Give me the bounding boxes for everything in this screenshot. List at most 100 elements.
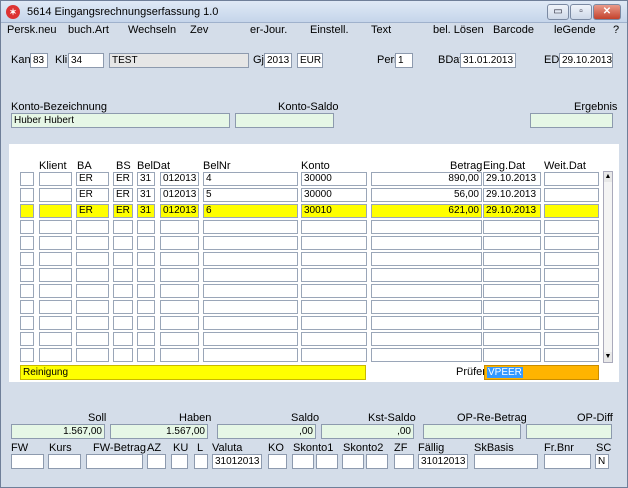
cell-beldat[interactable] bbox=[160, 220, 199, 234]
fw-field[interactable] bbox=[11, 454, 44, 469]
cell-ba[interactable]: ER bbox=[76, 172, 109, 186]
cell-eingdat[interactable] bbox=[483, 316, 541, 330]
cell-beldat[interactable] bbox=[160, 252, 199, 266]
row-marker[interactable] bbox=[20, 316, 34, 330]
cell-beldat[interactable]: 012013 bbox=[160, 204, 199, 218]
cell-belnr[interactable]: 4 bbox=[203, 172, 298, 186]
cell-weitdat[interactable] bbox=[544, 332, 599, 346]
cell-beldat[interactable] bbox=[160, 316, 199, 330]
row-marker[interactable] bbox=[20, 300, 34, 314]
cell-konto[interactable] bbox=[301, 316, 367, 330]
cell-eingdat[interactable] bbox=[483, 332, 541, 346]
cell-klient[interactable] bbox=[39, 204, 72, 218]
konto-bez-field[interactable]: Huber Hubert bbox=[11, 113, 230, 128]
cell-weitdat[interactable] bbox=[544, 348, 599, 362]
cell-klient[interactable] bbox=[39, 252, 72, 266]
cell-bs[interactable] bbox=[113, 316, 133, 330]
cell-betrag[interactable] bbox=[371, 220, 482, 234]
cell-bs[interactable] bbox=[113, 268, 133, 282]
cell-konto[interactable] bbox=[301, 332, 367, 346]
pruefer-field[interactable]: VPEER bbox=[484, 365, 599, 380]
cell-weitdat[interactable] bbox=[544, 284, 599, 298]
cell-konto[interactable] bbox=[301, 268, 367, 282]
cell-belnr[interactable] bbox=[203, 252, 298, 266]
cell-eingdat[interactable] bbox=[483, 284, 541, 298]
menu-wechseln[interactable]: Wechseln bbox=[128, 24, 176, 36]
cell-betrag[interactable]: 56,00 bbox=[371, 188, 482, 202]
menu-zev[interactable]: Zev bbox=[190, 24, 208, 36]
cell-betrag[interactable]: 890,00 bbox=[371, 172, 482, 186]
cell-bs[interactable] bbox=[113, 332, 133, 346]
close-button[interactable]: ✕ bbox=[593, 4, 621, 20]
scroll-up-icon[interactable]: ▲ bbox=[604, 172, 612, 182]
menu-barcode[interactable]: Barcode bbox=[493, 24, 534, 36]
cell-ba[interactable] bbox=[76, 236, 109, 250]
description-field[interactable]: Reinigung bbox=[20, 365, 366, 380]
haben-field[interactable]: 1.567,00 bbox=[110, 424, 208, 439]
cell-beldat_d[interactable]: 31 bbox=[137, 172, 155, 186]
cell-beldat_d[interactable] bbox=[137, 252, 155, 266]
cell-bs[interactable] bbox=[113, 284, 133, 298]
menu-bel-loesen[interactable]: bel. Lösen bbox=[433, 24, 484, 36]
cell-konto[interactable] bbox=[301, 252, 367, 266]
cell-eingdat[interactable]: 29.10.2013 bbox=[483, 172, 541, 186]
skonto1-pct-field[interactable] bbox=[292, 454, 314, 469]
cell-klient[interactable] bbox=[39, 284, 72, 298]
fr-bnr-field[interactable] bbox=[544, 454, 591, 469]
cell-belnr[interactable] bbox=[203, 332, 298, 346]
cell-bs[interactable] bbox=[113, 236, 133, 250]
cell-betrag[interactable] bbox=[371, 268, 482, 282]
soll-field[interactable]: 1.567,00 bbox=[11, 424, 105, 439]
sc-field[interactable]: N bbox=[595, 454, 609, 469]
cell-betrag[interactable] bbox=[371, 300, 482, 314]
cell-beldat_d[interactable] bbox=[137, 284, 155, 298]
cell-eingdat[interactable] bbox=[483, 268, 541, 282]
cell-konto[interactable] bbox=[301, 236, 367, 250]
ed-field[interactable]: 29.10.2013 bbox=[559, 53, 613, 68]
cell-weitdat[interactable] bbox=[544, 188, 599, 202]
cell-klient[interactable] bbox=[39, 332, 72, 346]
row-marker[interactable] bbox=[20, 236, 34, 250]
peri-field[interactable]: 1 bbox=[395, 53, 413, 68]
menu-einstell[interactable]: Einstell. bbox=[310, 24, 349, 36]
cell-betrag[interactable] bbox=[371, 284, 482, 298]
cell-weitdat[interactable] bbox=[544, 172, 599, 186]
cell-beldat_d[interactable] bbox=[137, 220, 155, 234]
cell-belnr[interactable] bbox=[203, 284, 298, 298]
cell-beldat[interactable] bbox=[160, 332, 199, 346]
cell-beldat_d[interactable] bbox=[137, 300, 155, 314]
cell-betrag[interactable] bbox=[371, 252, 482, 266]
menu-persk-neu[interactable]: Persk.neu bbox=[7, 24, 57, 36]
konto-saldo-field[interactable] bbox=[235, 113, 334, 128]
kli-field[interactable]: 34 bbox=[68, 53, 104, 68]
op-re-betrag-field[interactable] bbox=[423, 424, 521, 439]
cell-beldat_d[interactable] bbox=[137, 236, 155, 250]
zf-field[interactable] bbox=[394, 454, 414, 469]
cell-betrag[interactable]: 621,00 bbox=[371, 204, 482, 218]
menu-legende[interactable]: leGende bbox=[554, 24, 596, 36]
cell-weitdat[interactable] bbox=[544, 316, 599, 330]
cell-konto[interactable]: 30000 bbox=[301, 188, 367, 202]
kst-saldo-field[interactable]: ,00 bbox=[321, 424, 414, 439]
menu-text[interactable]: Text bbox=[371, 24, 391, 36]
cell-ba[interactable]: ER bbox=[76, 204, 109, 218]
row-marker[interactable] bbox=[20, 220, 34, 234]
minimize-button[interactable]: ▭ bbox=[547, 4, 569, 20]
cell-eingdat[interactable] bbox=[483, 220, 541, 234]
cell-weitdat[interactable] bbox=[544, 220, 599, 234]
cell-eingdat[interactable] bbox=[483, 236, 541, 250]
cell-ba[interactable] bbox=[76, 252, 109, 266]
row-marker[interactable] bbox=[20, 332, 34, 346]
cell-belnr[interactable] bbox=[203, 316, 298, 330]
skonto2-days-field[interactable] bbox=[366, 454, 388, 469]
cell-bs[interactable]: ER bbox=[113, 204, 133, 218]
valuta-field[interactable]: 31012013 bbox=[212, 454, 262, 469]
cell-belnr[interactable] bbox=[203, 220, 298, 234]
cell-klient[interactable] bbox=[39, 236, 72, 250]
cell-bs[interactable]: ER bbox=[113, 188, 133, 202]
cell-beldat_d[interactable] bbox=[137, 268, 155, 282]
cell-betrag[interactable] bbox=[371, 348, 482, 362]
cell-belnr[interactable]: 5 bbox=[203, 188, 298, 202]
cell-bs[interactable] bbox=[113, 220, 133, 234]
cell-beldat_d[interactable] bbox=[137, 348, 155, 362]
